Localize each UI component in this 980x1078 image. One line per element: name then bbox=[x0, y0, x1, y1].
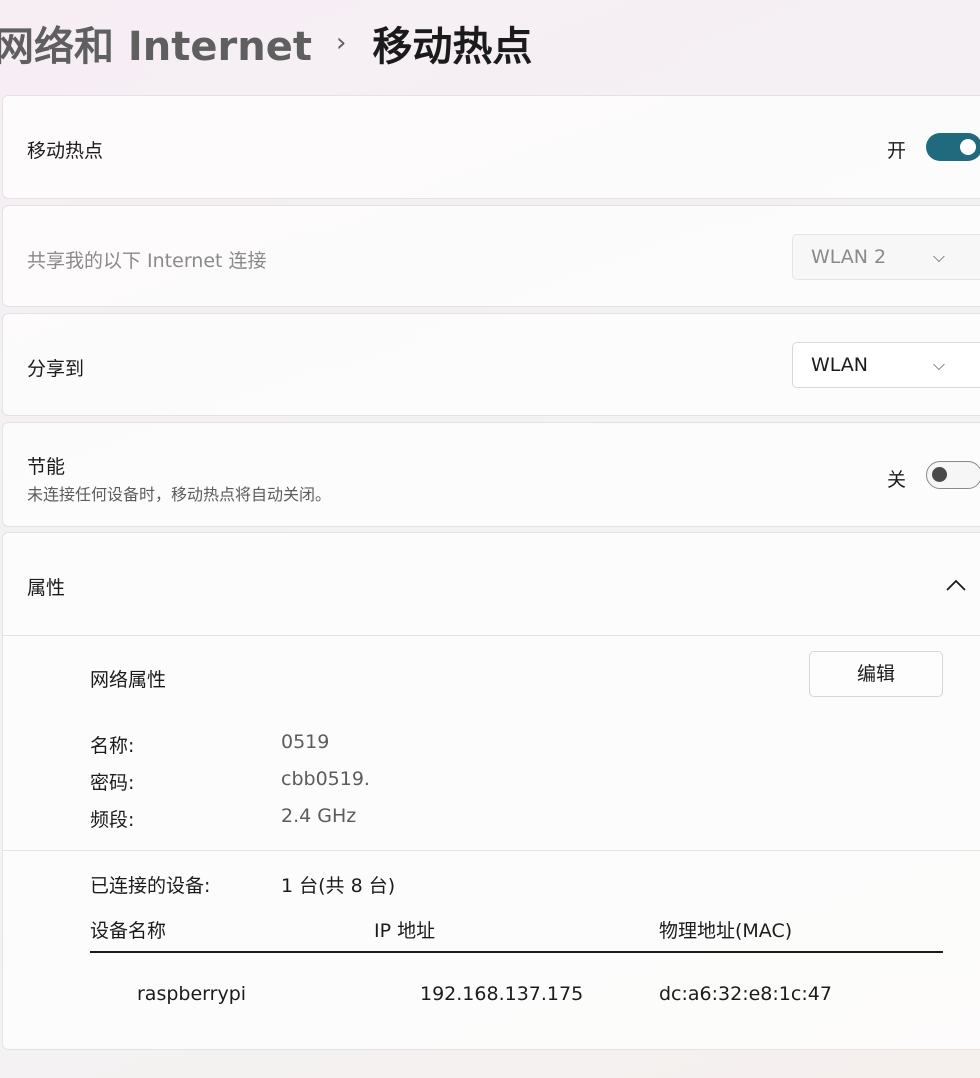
connected-devices-count: 1 台(共 8 台) bbox=[281, 875, 396, 897]
toggle-knob bbox=[960, 139, 976, 155]
field-band-value: 2.4 GHz bbox=[281, 805, 357, 827]
power-saving-state-text: 关 bbox=[887, 469, 907, 491]
share-from-value: WLAN 2 bbox=[811, 246, 887, 268]
power-saving-label: 节能 bbox=[27, 456, 66, 478]
chevron-up-icon bbox=[946, 579, 966, 591]
connected-devices-label: 已连接的设备: bbox=[90, 875, 211, 897]
table-header-mac: 物理地址(MAC) bbox=[659, 920, 793, 942]
power-saving-description: 未连接任何设备时，移动热点将自动关闭。 bbox=[27, 485, 332, 504]
device-mac-cell: dc:a6:32:e8:1c:47 bbox=[659, 983, 832, 1005]
share-from-select: WLAN 2 ⌵ bbox=[792, 234, 980, 280]
power-saving-card: 节能 未连接任何设备时，移动热点将自动关闭。 关 bbox=[2, 422, 980, 527]
power-saving-toggle[interactable] bbox=[926, 461, 980, 489]
device-name-cell: raspberrypi bbox=[137, 983, 247, 1005]
properties-title: 属性 bbox=[27, 577, 66, 599]
hotspot-state-text: 开 bbox=[887, 140, 907, 162]
chevron-down-icon: ⌵ bbox=[932, 247, 945, 266]
breadcrumb-separator-icon: › bbox=[336, 28, 347, 58]
table-header-ip: IP 地址 bbox=[374, 920, 436, 942]
breadcrumb: 网络和 Internet › 移动热点 bbox=[0, 14, 532, 72]
network-properties-label: 网络属性 bbox=[90, 669, 167, 691]
hotspot-label: 移动热点 bbox=[27, 140, 104, 162]
breadcrumb-parent[interactable]: 网络和 Internet bbox=[0, 14, 312, 72]
field-band-key: 频段: bbox=[90, 809, 135, 831]
table-header-device-name: 设备名称 bbox=[90, 920, 167, 942]
table-header-rule bbox=[90, 951, 943, 953]
field-name-key: 名称: bbox=[90, 735, 135, 757]
edit-button[interactable]: 编辑 bbox=[809, 651, 943, 697]
divider bbox=[3, 850, 980, 851]
hotspot-card: 移动热点 开 bbox=[2, 95, 980, 199]
field-name-value: 0519 bbox=[281, 731, 330, 753]
share-to-label: 分享到 bbox=[27, 358, 85, 380]
share-to-value: WLAN bbox=[811, 354, 869, 376]
page-title: 移动热点 bbox=[372, 24, 533, 70]
share-to-card: 分享到 WLAN ⌵ bbox=[2, 313, 980, 416]
divider bbox=[3, 635, 980, 636]
share-from-card: 共享我的以下 Internet 连接 WLAN 2 ⌵ bbox=[2, 205, 980, 307]
field-password-value: cbb0519. bbox=[281, 768, 370, 790]
device-ip-cell: 192.168.137.175 bbox=[420, 983, 584, 1005]
field-password-key: 密码: bbox=[90, 772, 135, 794]
chevron-down-icon: ⌵ bbox=[932, 355, 945, 374]
share-from-label: 共享我的以下 Internet 连接 bbox=[27, 250, 267, 272]
properties-card: 属性 网络属性 编辑 名称: 0519 密码: cbb0519. 频段: 2.4… bbox=[2, 532, 980, 1050]
properties-header[interactable]: 属性 bbox=[3, 533, 980, 635]
hotspot-toggle[interactable] bbox=[926, 133, 980, 161]
toggle-knob bbox=[932, 467, 947, 482]
share-to-select[interactable]: WLAN ⌵ bbox=[792, 342, 980, 388]
